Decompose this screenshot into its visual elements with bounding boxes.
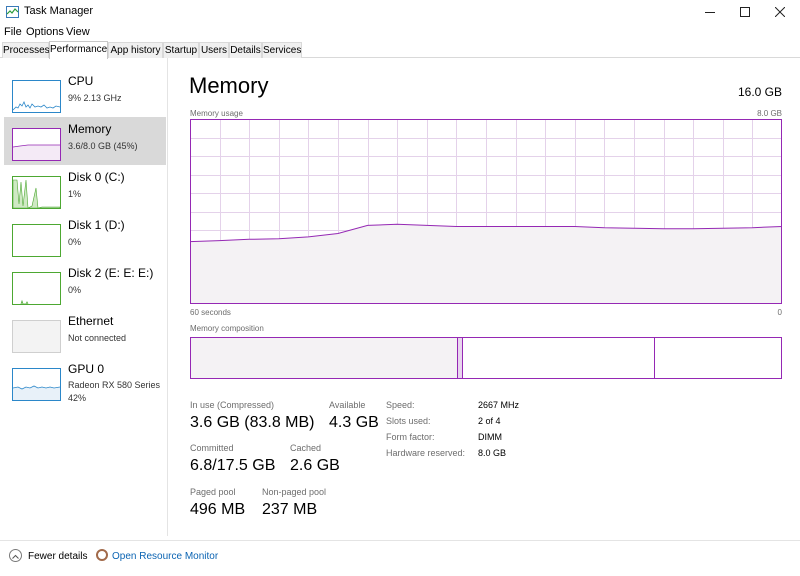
sidebar-item-ethernet[interactable]: Ethernet Not connected <box>4 309 166 357</box>
memory-composition-bar <box>190 337 782 379</box>
memory-thumbnail-graph <box>12 128 61 161</box>
composition-segment-standby[interactable] <box>462 338 654 378</box>
disk2-thumbnail-graph <box>12 272 61 305</box>
menu-view[interactable]: View <box>66 26 90 38</box>
usage-chart-max: 8.0 GB <box>757 109 782 118</box>
tab-startup[interactable]: Startup <box>163 42 199 58</box>
sidebar-item-disk2[interactable]: Disk 2 (E: E: E:) 0% <box>4 261 166 309</box>
sidebar-item-cpu[interactable]: CPU 9% 2.13 GHz <box>4 69 166 117</box>
hardware-reserved-label: Hardware reserved: <box>386 448 465 458</box>
cached-value: 2.6 GB <box>290 457 340 475</box>
form-factor-value: DIMM <box>478 432 502 442</box>
sidebar-item-title: CPU <box>68 74 93 88</box>
cpu-thumbnail-graph <box>12 80 61 113</box>
resource-monitor-icon <box>96 549 108 561</box>
sidebar-item-gpu0[interactable]: GPU 0 Radeon RX 580 Series 42% <box>4 357 166 413</box>
title-bar[interactable]: Task Manager <box>0 0 800 24</box>
cached-label: Cached <box>290 443 321 453</box>
task-manager-icon <box>6 6 19 18</box>
tab-details[interactable]: Details <box>229 42 262 58</box>
task-manager-window: Task Manager File Options View Processes… <box>0 0 800 576</box>
speed-value: 2667 MHz <box>478 400 519 410</box>
axis-time-label: 60 seconds <box>190 308 231 317</box>
total-memory: 16.0 GB <box>738 85 782 99</box>
in-use-label: In use (Compressed) <box>190 400 274 410</box>
speed-label: Speed: <box>386 400 415 410</box>
close-icon <box>775 7 785 17</box>
axis-zero-label: 0 <box>778 308 782 317</box>
fewer-details-button[interactable]: Fewer details <box>28 551 87 562</box>
tab-app-history[interactable]: App history <box>108 42 163 58</box>
slots-used-label: Slots used: <box>386 416 431 426</box>
page-title: Memory <box>189 73 268 99</box>
menu-options[interactable]: Options <box>26 26 64 38</box>
in-use-value: 3.6 GB (83.8 MB) <box>190 414 315 432</box>
disk1-thumbnail-graph <box>12 224 61 257</box>
sidebar-item-subtitle: 1% <box>68 189 81 199</box>
sidebar-item-subtitle: 0% <box>68 237 81 247</box>
window-title: Task Manager <box>24 5 93 17</box>
hardware-reserved-value: 8.0 GB <box>478 448 506 458</box>
tab-strip: Processes Performance App history Startu… <box>0 41 800 58</box>
committed-value: 6.8/17.5 GB <box>190 457 275 475</box>
sidebar-item-title: Disk 2 (E: E: E:) <box>68 266 153 280</box>
footer-bar: Fewer details Open Resource Monitor <box>0 540 800 576</box>
sidebar-item-memory[interactable]: Memory 3.6/8.0 GB (45%) <box>4 117 166 165</box>
sidebar-item-subtitle: 9% 2.13 GHz <box>68 93 122 103</box>
sidebar-item-title: Disk 1 (D:) <box>68 218 125 232</box>
resource-sidebar: CPU 9% 2.13 GHz Memory 3.6/8.0 GB (45%) … <box>0 58 168 536</box>
sidebar-item-title: Memory <box>68 122 111 136</box>
composition-segment-in-use[interactable] <box>191 338 457 378</box>
non-paged-pool-label: Non-paged pool <box>262 487 326 497</box>
sidebar-item-title: GPU 0 <box>68 362 104 376</box>
slots-used-value: 2 of 4 <box>478 416 501 426</box>
sidebar-item-disk1[interactable]: Disk 1 (D:) 0% <box>4 213 166 261</box>
gpu0-thumbnail-graph <box>12 368 61 401</box>
ethernet-thumbnail-graph <box>12 320 61 353</box>
sidebar-item-title: Ethernet <box>68 314 113 328</box>
disk0-thumbnail-graph <box>12 176 61 209</box>
available-label: Available <box>329 400 365 410</box>
form-factor-label: Form factor: <box>386 432 435 442</box>
minimize-icon <box>705 7 715 17</box>
committed-label: Committed <box>190 443 234 453</box>
sidebar-item-title: Disk 0 (C:) <box>68 170 125 184</box>
minimize-button[interactable] <box>690 0 730 24</box>
available-value: 4.3 GB <box>329 414 379 432</box>
chevron-up-icon[interactable] <box>9 549 22 562</box>
sidebar-item-disk0[interactable]: Disk 0 (C:) 1% <box>4 165 166 213</box>
sidebar-item-subtitle-2: 42% <box>68 393 86 403</box>
menu-file[interactable]: File <box>4 26 22 38</box>
maximize-icon <box>740 7 750 17</box>
usage-chart-label: Memory usage <box>190 109 243 118</box>
non-paged-pool-value: 237 MB <box>262 501 317 519</box>
sidebar-item-subtitle: 3.6/8.0 GB (45%) <box>68 141 138 151</box>
sidebar-item-subtitle: Not connected <box>68 333 126 343</box>
tab-performance[interactable]: Performance <box>49 41 108 59</box>
close-button[interactable] <box>760 0 800 24</box>
maximize-button[interactable] <box>725 0 765 24</box>
sidebar-item-subtitle: Radeon RX 580 Series <box>68 380 160 390</box>
composition-segment-free[interactable] <box>654 338 781 378</box>
memory-usage-chart <box>190 119 782 304</box>
sidebar-item-subtitle: 0% <box>68 285 81 295</box>
tab-users[interactable]: Users <box>199 42 229 58</box>
tab-processes[interactable]: Processes <box>2 42 49 58</box>
tab-services[interactable]: Services <box>262 42 302 58</box>
paged-pool-label: Paged pool <box>190 487 236 497</box>
composition-label: Memory composition <box>190 324 264 333</box>
open-resource-monitor-link[interactable]: Open Resource Monitor <box>112 551 218 562</box>
paged-pool-value: 496 MB <box>190 501 245 519</box>
